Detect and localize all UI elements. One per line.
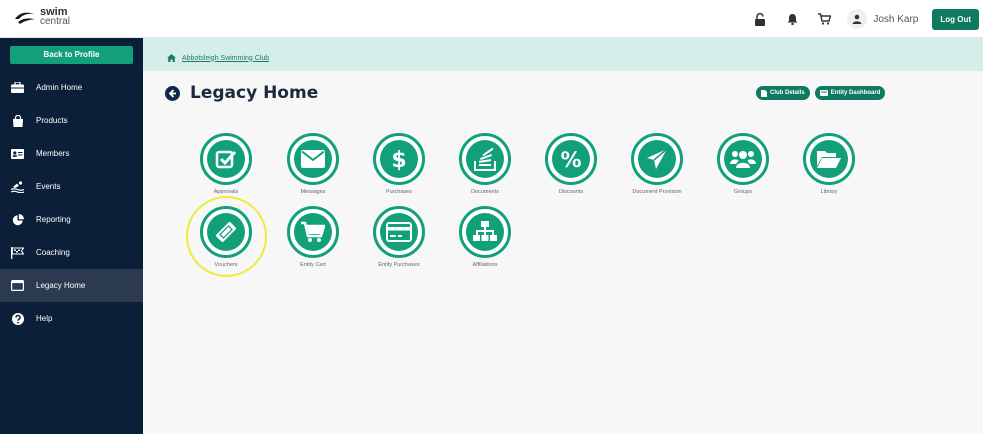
sitemap-icon xyxy=(473,221,497,241)
main-content: Abbotsleigh Swimming Club Legacy Home Cl… xyxy=(143,38,983,434)
user-name: Josh Karp xyxy=(873,13,919,25)
app: swim central Josh Karp Log Out Back to P… xyxy=(0,0,983,434)
logout-button[interactable]: Log Out xyxy=(932,8,979,30)
lock-open-icon[interactable] xyxy=(751,10,769,28)
tile-affiliations[interactable]: Affiliations xyxy=(450,206,520,268)
sidebar-nav: Admin Home Products Members Events Repor… xyxy=(0,71,143,335)
sidebar-item-members[interactable]: Members xyxy=(0,137,143,170)
vouchers-highlight-ring xyxy=(186,196,267,277)
club-details-button[interactable]: Club Details xyxy=(756,86,810,100)
page-title: Legacy Home xyxy=(190,83,319,103)
tile-messages[interactable]: Messages xyxy=(278,133,348,195)
sidebar-item-admin-home[interactable]: Admin Home xyxy=(0,71,143,104)
dollar-icon: $ xyxy=(391,148,406,172)
envelope-icon xyxy=(301,150,325,168)
svg-text:%: % xyxy=(560,148,581,171)
tile-label: Document Provision xyxy=(632,189,682,195)
breadcrumb-club-link[interactable]: Abbotsleigh Swimming Club xyxy=(182,55,269,62)
sidebar-item-products[interactable]: Products xyxy=(0,104,143,137)
sidebar-item-label: Members xyxy=(36,149,70,158)
tile-label: Purchases xyxy=(386,189,412,195)
tile-label: Discounts xyxy=(558,189,584,195)
sidebar-item-label: Legacy Home xyxy=(36,281,86,290)
credit-card-icon xyxy=(386,222,412,242)
home-icon[interactable] xyxy=(167,49,176,67)
percent-icon: % xyxy=(560,148,581,171)
tile-label: Library xyxy=(820,189,838,195)
sidebar-item-label: Products xyxy=(36,116,68,125)
tile-label: Documents xyxy=(471,189,499,195)
sidebar-item-events[interactable]: Events xyxy=(0,170,143,203)
id-card-icon xyxy=(11,147,24,160)
entity-dashboard-label: Entity Dashboard xyxy=(830,90,881,96)
tile-label: Approvals xyxy=(213,189,239,195)
swim-central-logo[interactable]: swim central xyxy=(14,7,71,27)
documents-icon xyxy=(474,147,496,171)
cart-icon xyxy=(301,221,325,242)
tile-discounts[interactable]: % Discounts xyxy=(536,133,606,195)
sidebar-item-coaching[interactable]: Coaching xyxy=(0,236,143,269)
svg-text:$: $ xyxy=(391,148,406,172)
entity-dashboard-button[interactable]: Entity Dashboard xyxy=(814,86,886,100)
swimmer-icon xyxy=(11,180,24,193)
top-bar: swim central Josh Karp Log Out xyxy=(0,0,983,38)
tile-purchases[interactable]: $ Purchases xyxy=(364,133,434,195)
back-arrow-icon[interactable] xyxy=(165,85,180,101)
tile-entity-purchases[interactable]: Entity Purchases xyxy=(364,206,434,268)
sidebar-item-help[interactable]: Help xyxy=(0,302,143,335)
back-to-profile-button[interactable]: Back to Profile xyxy=(10,46,133,64)
shopping-bag-icon xyxy=(11,114,24,127)
bell-icon[interactable] xyxy=(783,10,801,28)
tile-label: Entity Cart xyxy=(300,262,326,268)
club-details-label: Club Details xyxy=(770,90,805,96)
checkbox-icon xyxy=(215,150,237,169)
cart-icon[interactable] xyxy=(815,10,833,28)
tile-entity-cart[interactable]: Entity Cart xyxy=(278,206,348,268)
flag-icon xyxy=(11,246,24,259)
tile-documents[interactable]: Documents xyxy=(450,133,520,195)
document-icon xyxy=(761,89,767,97)
tile-library[interactable]: Library xyxy=(794,133,864,195)
tile-approvals[interactable]: Approvals xyxy=(191,133,261,195)
sidebar-item-label: Events xyxy=(36,182,61,191)
question-icon xyxy=(11,312,24,325)
user-menu[interactable]: Josh Karp xyxy=(847,9,918,29)
sidebar-item-label: Admin Home xyxy=(36,83,83,92)
folder-open-icon xyxy=(817,151,841,168)
pie-chart-icon xyxy=(11,213,24,226)
tile-label: Affiliations xyxy=(472,262,498,268)
dashboard-icon xyxy=(819,90,828,96)
tile-groups[interactable]: Groups xyxy=(708,133,778,195)
briefcase-icon xyxy=(11,81,24,94)
sidebar-item-legacy-home[interactable]: Legacy Home xyxy=(0,269,143,302)
sidebar-item-label: Coaching xyxy=(36,248,70,257)
user-icon xyxy=(847,9,868,29)
sidebar: Back to Profile Admin Home Products Memb… xyxy=(0,38,143,434)
window-icon xyxy=(11,279,24,292)
logo-line2: central xyxy=(40,16,71,27)
sidebar-item-reporting[interactable]: Reporting xyxy=(0,203,143,236)
sidebar-item-label: Reporting xyxy=(36,215,71,224)
tile-label: Entity Purchases xyxy=(378,262,420,268)
tile-document-provision[interactable]: Document Provision xyxy=(622,133,692,195)
tile-label: Groups xyxy=(733,189,753,195)
users-icon xyxy=(730,151,756,168)
tile-label: Messages xyxy=(300,189,326,195)
swim-logo-icon xyxy=(15,12,35,24)
breadcrumb: Abbotsleigh Swimming Club xyxy=(143,38,983,71)
sidebar-item-label: Help xyxy=(36,314,53,323)
paper-plane-icon xyxy=(647,148,668,169)
